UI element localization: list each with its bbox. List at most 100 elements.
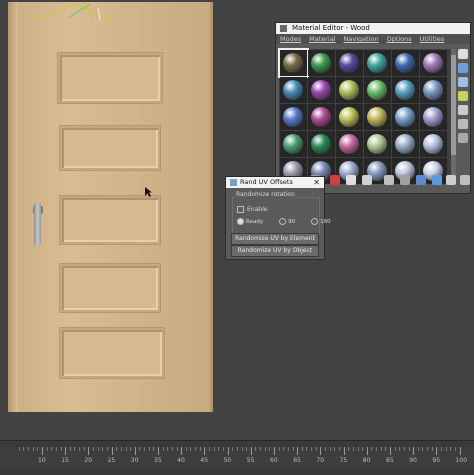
material-slot[interactable] — [336, 131, 363, 157]
slot-scrollbar[interactable] — [451, 49, 456, 182]
ruler-minor-tick — [83, 447, 85, 451]
ruler-tick — [227, 447, 229, 455]
make-preview-icon[interactable] — [458, 119, 468, 129]
material-sphere — [283, 80, 303, 100]
material-slot[interactable] — [420, 50, 447, 76]
material-sphere — [367, 134, 387, 154]
material-slot[interactable] — [280, 77, 307, 103]
randomize-by-object-button[interactable]: Randomize UV by Object — [231, 245, 319, 257]
ruler-tick — [65, 447, 67, 455]
radio-ready[interactable]: Ready — [237, 218, 271, 225]
menu-utilities[interactable]: Utilities — [420, 34, 444, 44]
options-icon[interactable] — [458, 133, 468, 143]
ruler-minor-tick — [399, 447, 401, 451]
material-slot[interactable] — [392, 50, 419, 76]
sample-type-icon[interactable] — [458, 49, 468, 59]
material-sphere — [367, 53, 387, 73]
material-slot[interactable] — [336, 77, 363, 103]
ruler-label: 50 — [223, 457, 232, 464]
put-to-library-icon[interactable] — [384, 175, 394, 185]
material-slot[interactable] — [280, 131, 307, 157]
material-slot[interactable] — [336, 50, 363, 76]
menu-navigation[interactable]: Navigation — [344, 34, 379, 44]
material-slot[interactable] — [420, 77, 447, 103]
go-forward-sibling-icon[interactable] — [460, 175, 470, 185]
radio-90[interactable]: 90 — [279, 218, 303, 225]
ruler-minor-tick — [213, 447, 215, 451]
material-slot[interactable] — [308, 131, 335, 157]
randomize-by-element-button[interactable]: Randomize UV by Element — [231, 233, 319, 245]
timeline[interactable]: 10 15 20 25 30 35 40 45 50 55 60 65 70 75 80 85 90 95 100 — [0, 440, 474, 475]
ruler-tick — [88, 447, 90, 455]
material-slot[interactable] — [420, 104, 447, 130]
material-slot[interactable] — [364, 131, 391, 157]
rand-uv-window[interactable]: Rand UV Offsets ✕ Randomize rotation Ena… — [225, 176, 331, 260]
backlight-icon[interactable] — [458, 63, 468, 73]
radio-180[interactable]: 180 — [311, 218, 339, 225]
ruler-minor-tick — [454, 447, 456, 451]
ruler-minor-tick — [51, 447, 53, 451]
material-sphere — [395, 134, 415, 154]
video-color-check-icon[interactable] — [458, 105, 468, 115]
ruler-minor-tick — [153, 447, 155, 451]
material-slot[interactable] — [364, 104, 391, 130]
material-slot[interactable] — [308, 104, 335, 130]
material-slot[interactable] — [364, 77, 391, 103]
time-ruler[interactable]: 10 15 20 25 30 35 40 45 50 55 60 65 70 75 80 85 90 95 100 — [0, 447, 474, 467]
scroll-thumb[interactable] — [451, 55, 456, 155]
material-slot[interactable] — [392, 131, 419, 157]
menu-modes[interactable]: Modes — [280, 34, 301, 44]
ruler-minor-tick — [269, 447, 271, 451]
material-slot[interactable] — [278, 48, 309, 78]
viewport[interactable]: Material Editor - Wood Modes Material Navi… — [0, 0, 474, 440]
material-id-icon[interactable] — [400, 175, 410, 185]
material-slot[interactable] — [308, 77, 335, 103]
ruler-minor-tick — [408, 447, 410, 451]
ruler-minor-tick — [241, 447, 243, 451]
menu-options[interactable]: Options — [387, 34, 412, 44]
uv-tiling-icon[interactable] — [458, 91, 468, 101]
ruler-minor-tick — [278, 447, 280, 451]
ruler-minor-tick — [209, 447, 211, 451]
script-icon — [230, 179, 237, 186]
make-unique-icon[interactable] — [362, 175, 372, 185]
enable-checkbox[interactable]: Enable — [237, 206, 267, 213]
ruler-minor-tick — [301, 447, 303, 451]
ruler-minor-tick — [167, 447, 169, 451]
material-slot[interactable] — [364, 50, 391, 76]
ruler-minor-tick — [232, 447, 234, 451]
enable-label: Enable — [247, 206, 268, 213]
show-end-result-icon[interactable] — [432, 175, 442, 185]
material-editor-window[interactable]: Material Editor - Wood Modes Material Navi… — [275, 22, 471, 194]
ruler-minor-tick — [357, 447, 359, 451]
transform-gizmo-icon[interactable] — [34, 0, 114, 22]
ruler-tick — [436, 447, 438, 455]
material-sphere — [367, 80, 387, 100]
ruler-minor-tick — [450, 447, 452, 451]
material-sphere — [339, 53, 359, 73]
material-slot[interactable] — [336, 104, 363, 130]
ruler-minor-tick — [371, 447, 373, 451]
background-icon[interactable] — [458, 77, 468, 87]
material-slot[interactable] — [392, 104, 419, 130]
ruler-minor-tick — [162, 447, 164, 451]
material-slot[interactable] — [280, 104, 307, 130]
reset-map-icon[interactable] — [330, 175, 340, 185]
ruler-minor-tick — [394, 447, 396, 451]
show-in-viewport-icon[interactable] — [416, 175, 426, 185]
material-sphere — [395, 53, 415, 73]
ruler-minor-tick — [376, 447, 378, 451]
close-icon[interactable]: ✕ — [313, 177, 320, 188]
material-slot[interactable] — [308, 50, 335, 76]
rand-uv-titlebar[interactable]: Rand UV Offsets ✕ — [226, 177, 324, 188]
menu-material[interactable]: Material — [309, 34, 335, 44]
go-to-parent-icon[interactable] — [446, 175, 456, 185]
material-slot[interactable] — [420, 131, 447, 157]
material-sphere — [311, 107, 331, 127]
copy-material-icon[interactable] — [346, 175, 356, 185]
ruler-label: 95 — [432, 457, 441, 464]
ruler-minor-tick — [385, 447, 387, 451]
material-editor-titlebar[interactable]: Material Editor - Wood — [276, 23, 470, 34]
ruler-tick — [250, 447, 252, 455]
material-slot[interactable] — [392, 77, 419, 103]
